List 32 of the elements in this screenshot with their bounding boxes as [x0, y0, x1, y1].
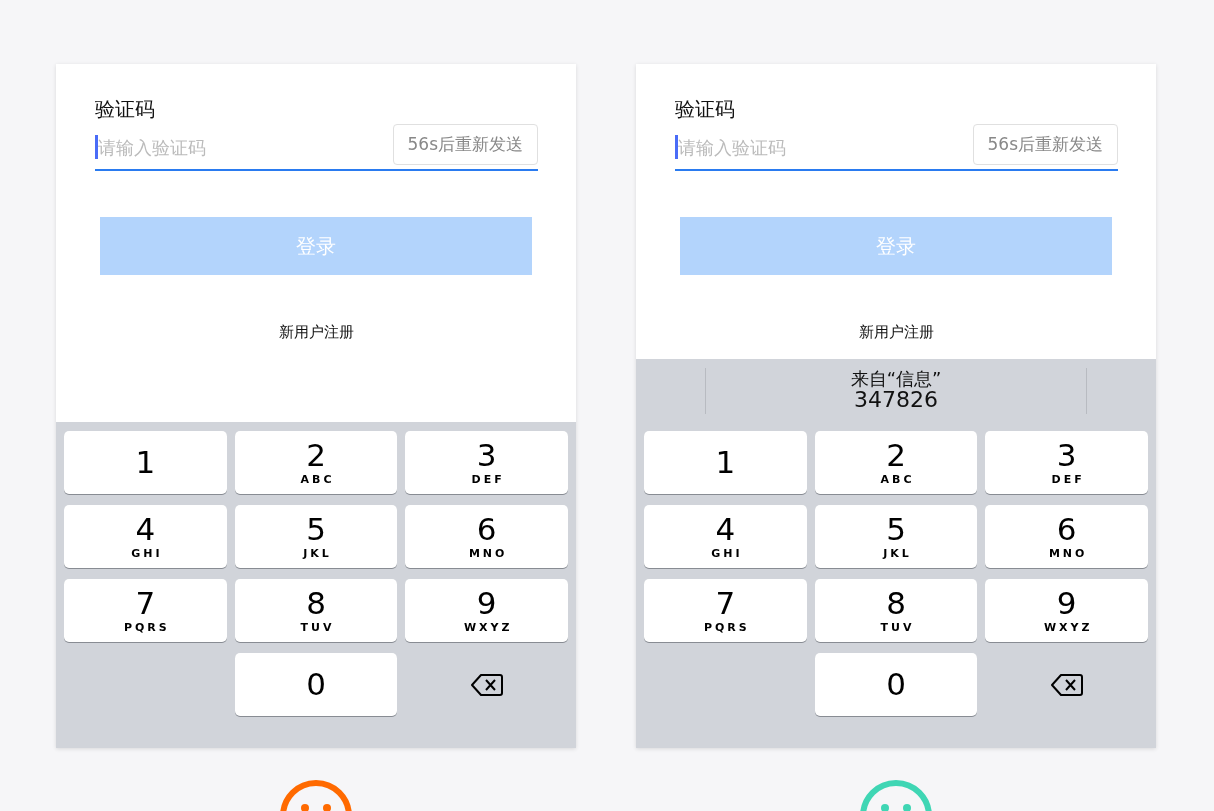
- keypad-key[interactable]: 6 MNO: [985, 505, 1148, 568]
- code-input-field[interactable]: 请输入验证码 56s后重新发送: [95, 125, 538, 171]
- register-link[interactable]: 新用户注册: [279, 323, 354, 342]
- code-input-field[interactable]: 请输入验证码 56s后重新发送: [675, 125, 1118, 171]
- keypad-key[interactable]: 9 WXYZ: [405, 579, 568, 642]
- resend-button[interactable]: 56s后重新发送: [392, 123, 538, 165]
- keypad-key[interactable]: 9 WXYZ: [985, 579, 1148, 642]
- suggestion-source[interactable]: 来自“信息”: [850, 369, 942, 389]
- field-title: 验证码: [95, 96, 155, 123]
- keypad-key[interactable]: 0: [814, 653, 978, 716]
- keypad-key[interactable]: 8 TUV: [234, 579, 398, 642]
- keypad-key[interactable]: 0: [234, 653, 398, 716]
- keypad-key[interactable]: 2 ABC: [234, 431, 398, 494]
- keypad-key[interactable]: 6 MNO: [405, 505, 568, 568]
- register-link[interactable]: 新用户注册: [859, 323, 934, 342]
- keypad-key[interactable]: 4 GHI: [644, 505, 807, 568]
- keypad-key[interactable]: 3 DEF: [405, 431, 568, 494]
- suggested-code[interactable]: 347826: [854, 388, 938, 412]
- keypad-key[interactable]: 5 JKL: [814, 505, 978, 568]
- keypad-key[interactable]: 3 DEF: [985, 431, 1148, 494]
- backspace-icon[interactable]: [469, 672, 504, 697]
- resend-button[interactable]: 56s后重新发送: [972, 123, 1118, 165]
- backspace-icon[interactable]: [1049, 672, 1084, 697]
- field-title: 验证码: [675, 96, 735, 123]
- keypad-key[interactable]: 4 GHI: [64, 505, 227, 568]
- keypad-key[interactable]: 8 TUV: [814, 579, 978, 642]
- keypad-key[interactable]: 1: [644, 431, 807, 494]
- keypad-key[interactable]: 7 PQRS: [644, 579, 807, 642]
- keypad-key[interactable]: 2 ABC: [814, 431, 978, 494]
- keypad-key[interactable]: 1: [64, 431, 227, 494]
- keypad-key[interactable]: 7 PQRS: [64, 579, 227, 642]
- keypad-key[interactable]: 5 JKL: [234, 505, 398, 568]
